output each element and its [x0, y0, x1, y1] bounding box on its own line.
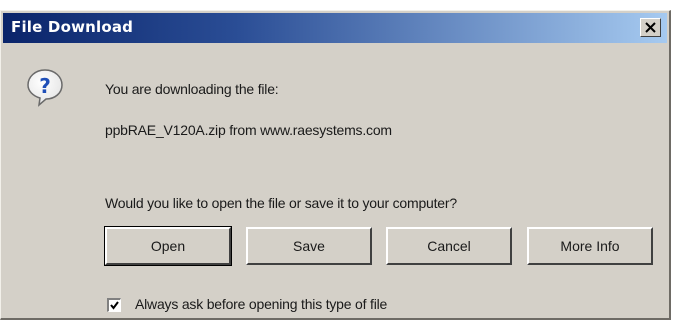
- open-or-save-question: Would you like to open the file or save …: [105, 195, 457, 211]
- dialog-title: File Download: [11, 18, 134, 36]
- file-download-dialog: File Download ? You are downloading the …: [0, 10, 671, 320]
- cancel-button[interactable]: Cancel: [386, 227, 512, 265]
- close-button[interactable]: [640, 18, 661, 37]
- close-icon: [645, 22, 656, 33]
- open-button[interactable]: Open: [104, 226, 232, 266]
- checkmark-icon: [110, 301, 119, 310]
- always-ask-checkbox[interactable]: [107, 298, 121, 312]
- question-icon: ?: [27, 69, 63, 107]
- save-button[interactable]: Save: [246, 227, 372, 265]
- svg-text:?: ?: [39, 74, 51, 98]
- file-source-text: ppbRAE_V120A.zip from www.raesystems.com: [105, 122, 392, 138]
- downloading-message: You are downloading the file:: [105, 81, 279, 97]
- always-ask-label[interactable]: Always ask before opening this type of f…: [135, 296, 387, 312]
- more-info-button[interactable]: More Info: [527, 227, 653, 265]
- title-bar[interactable]: File Download: [3, 13, 667, 43]
